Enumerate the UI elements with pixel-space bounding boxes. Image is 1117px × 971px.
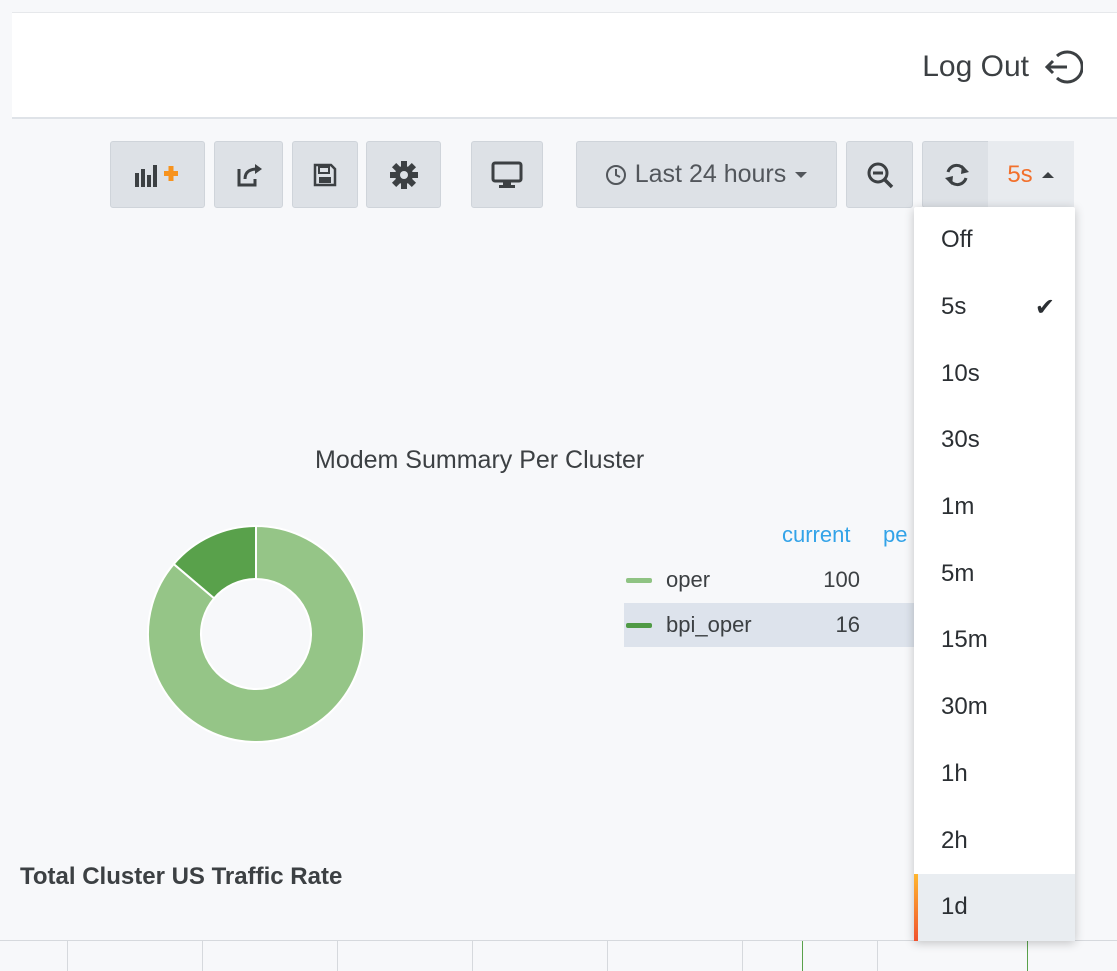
add-panel-icon bbox=[134, 164, 178, 187]
grid-line bbox=[202, 941, 203, 971]
refresh-interval-menu: Off 5s ✔ 10s 30s 1m 5m 15m 30m 1h 2h 1d bbox=[914, 207, 1075, 941]
menu-item-label: 1m bbox=[941, 493, 975, 521]
legend-series-name: oper bbox=[666, 567, 711, 592]
menu-item-label: 15m bbox=[941, 626, 988, 654]
zoom-out-icon bbox=[867, 162, 893, 188]
menu-item-1h[interactable]: 1h bbox=[914, 741, 1075, 808]
traffic-panel-title: Total Cluster US Traffic Rate bbox=[20, 863, 343, 890]
menu-item-label: Off bbox=[941, 226, 973, 254]
monitor-icon bbox=[491, 161, 523, 188]
time-range-label: Last 24 hours bbox=[634, 160, 787, 188]
time-range-picker[interactable]: Last 24 hours bbox=[576, 141, 837, 208]
grid-line bbox=[337, 941, 338, 971]
logout-icon bbox=[1044, 50, 1083, 84]
legend-swatch bbox=[626, 622, 652, 628]
caret-down-icon bbox=[795, 171, 808, 178]
legend-series-name: bpi_oper bbox=[666, 612, 752, 637]
settings-button[interactable] bbox=[366, 141, 441, 208]
legend-current-value: 100 bbox=[823, 567, 860, 592]
legend-swatch bbox=[626, 577, 652, 583]
menu-item-30s[interactable]: 30s bbox=[914, 407, 1075, 474]
grid-line bbox=[67, 941, 68, 971]
menu-item-15m[interactable]: 15m bbox=[914, 607, 1075, 674]
refresh-interval-toggle[interactable]: 5s bbox=[988, 141, 1074, 208]
add-panel-button[interactable] bbox=[110, 141, 205, 208]
menu-item-label: 1h bbox=[941, 759, 968, 787]
donut-chart bbox=[147, 524, 365, 743]
menu-item-1d[interactable]: 1d bbox=[914, 873, 1075, 941]
grid-line bbox=[877, 941, 878, 971]
menu-item-label: 10s bbox=[941, 359, 980, 387]
menu-item-label: 30m bbox=[941, 693, 988, 721]
legend-item-oper[interactable]: oper 100 bbox=[624, 558, 914, 602]
menu-item-label: 1d bbox=[941, 893, 968, 921]
menu-item-1m[interactable]: 1m bbox=[914, 474, 1075, 541]
menu-item-5m[interactable]: 5m bbox=[914, 540, 1075, 607]
legend-current-value: 16 bbox=[835, 612, 860, 637]
refresh-button[interactable] bbox=[922, 141, 990, 208]
legend-item-bpi-oper[interactable]: bpi_oper 16 bbox=[624, 603, 914, 647]
menu-item-label: 30s bbox=[941, 426, 980, 454]
panel-title: Modem Summary Per Cluster bbox=[315, 446, 645, 474]
legend-header-current: current bbox=[782, 522, 851, 547]
menu-item-label: 5s bbox=[941, 293, 967, 321]
save-dashboard-button[interactable] bbox=[292, 141, 358, 208]
refresh-icon bbox=[944, 163, 969, 186]
menu-item-label: 2h bbox=[941, 826, 968, 854]
grid-line bbox=[607, 941, 608, 971]
grid-line bbox=[472, 941, 473, 971]
clock-icon bbox=[605, 164, 626, 185]
menu-item-label: 5m bbox=[941, 559, 975, 587]
caret-up-icon bbox=[1041, 171, 1054, 178]
top-bar: Log Out bbox=[12, 12, 1117, 119]
grid-line bbox=[742, 941, 743, 971]
refresh-interval-value: 5s bbox=[1007, 160, 1033, 188]
menu-item-10s[interactable]: 10s bbox=[914, 340, 1075, 407]
logout-label: Log Out bbox=[922, 50, 1029, 83]
zoom-out-button[interactable] bbox=[846, 141, 913, 208]
menu-item-off[interactable]: Off bbox=[914, 207, 1075, 274]
graph-series-line bbox=[802, 941, 803, 971]
logout-button[interactable]: Log Out bbox=[922, 47, 1083, 87]
legend-header-percent: pe bbox=[883, 522, 908, 547]
share-dashboard-button[interactable] bbox=[214, 141, 283, 208]
graph-grid bbox=[0, 940, 1117, 971]
check-icon: ✔ bbox=[1034, 293, 1055, 321]
save-icon bbox=[313, 163, 337, 186]
menu-item-30m[interactable]: 30m bbox=[914, 674, 1075, 741]
share-icon bbox=[237, 163, 262, 186]
menu-item-5s[interactable]: 5s ✔ bbox=[914, 274, 1075, 341]
graph-series-line bbox=[1027, 941, 1028, 971]
view-mode-button[interactable] bbox=[471, 141, 543, 208]
gear-icon bbox=[389, 160, 418, 189]
menu-item-2h[interactable]: 2h bbox=[914, 807, 1075, 874]
